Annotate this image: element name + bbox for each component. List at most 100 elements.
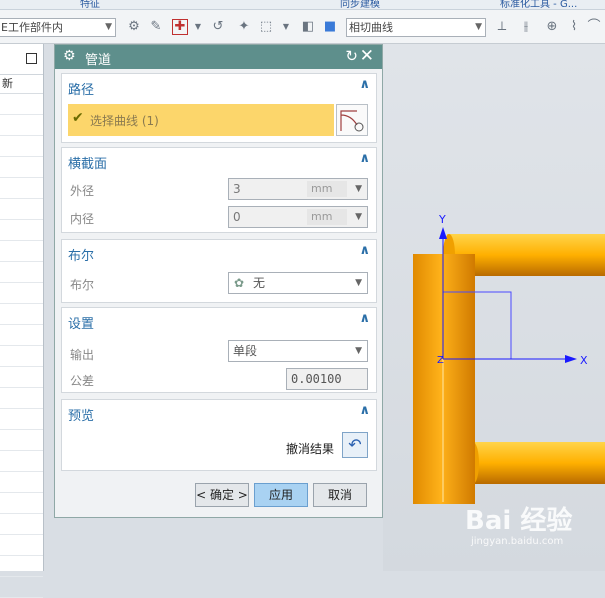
list-item[interactable] bbox=[0, 325, 43, 346]
ribbon-group-sync-modeling[interactable]: 同步建模 bbox=[340, 0, 380, 9]
undo-result-button[interactable]: ↶ bbox=[342, 432, 368, 458]
gear-icon[interactable]: ⚙ bbox=[63, 48, 76, 64]
tolerance-label: 公差 bbox=[70, 374, 95, 388]
cross-section-section: 横截面 ∧ 外径 3 mm ▼ 内径 0 mm ▼ bbox=[61, 147, 377, 233]
list-item[interactable] bbox=[0, 514, 43, 535]
tube-dialog: ⚙ 管道 ↻ ✕ 路径 ∧ ✔ 选择曲线 (1) 横截面 ∧ 外径 3 mm ▼… bbox=[54, 44, 383, 518]
list-item[interactable] bbox=[0, 535, 43, 556]
curve-glyph bbox=[340, 110, 364, 132]
stop-at-intersection-icon[interactable]: ⟂ bbox=[494, 19, 510, 35]
ribbon-group-standard-tools[interactable]: 标准化工具 - G... bbox=[500, 0, 577, 9]
path-section: 路径 ∧ ✔ 选择曲线 (1) bbox=[61, 73, 377, 143]
part-navigator-panel: 新 bbox=[0, 44, 44, 598]
list-item[interactable] bbox=[0, 115, 43, 136]
ribbon-group-bar: 特征 同步建模 标准化工具 - G... bbox=[0, 0, 605, 10]
list-item[interactable] bbox=[0, 157, 43, 178]
boolean-label: 布尔 bbox=[70, 278, 95, 292]
list-item[interactable] bbox=[0, 94, 43, 115]
list-item[interactable] bbox=[0, 409, 43, 430]
list-item[interactable] bbox=[0, 220, 43, 241]
chevron-down-icon[interactable]: ▼ bbox=[190, 19, 206, 35]
path-section-header[interactable]: 路径 bbox=[68, 79, 94, 98]
list-item[interactable] bbox=[0, 388, 43, 409]
curve-rule-combo[interactable]: 相切曲线 ▼ bbox=[346, 18, 486, 37]
tangent-icon[interactable]: ⌒ bbox=[586, 19, 602, 35]
list-item[interactable] bbox=[0, 241, 43, 262]
chevron-down-icon[interactable]: ▼ bbox=[355, 207, 362, 227]
collapse-icon[interactable]: ∧ bbox=[359, 77, 370, 92]
maximize-icon[interactable] bbox=[26, 53, 37, 64]
close-icon[interactable]: ✕ bbox=[360, 46, 374, 66]
x-axis-arrow-icon bbox=[565, 355, 577, 363]
cube-icon[interactable]: ■ bbox=[322, 19, 338, 35]
navigator-column-header[interactable]: 新 bbox=[0, 75, 43, 94]
list-item[interactable] bbox=[0, 199, 43, 220]
collapse-icon[interactable]: ∧ bbox=[359, 311, 370, 326]
reset-icon[interactable]: ↻ bbox=[345, 47, 358, 65]
curve-rule-value: 相切曲线 bbox=[349, 21, 393, 34]
pipe-bottom-segment[interactable] bbox=[471, 442, 605, 484]
list-item[interactable] bbox=[0, 304, 43, 325]
select-curve-row[interactable]: ✔ 选择曲线 (1) bbox=[68, 104, 334, 136]
selection-toolbar: E工作部件内 ▼ ⚙ ✎ ✚ ▼ ↺ ✦ ⬚ ▼ ◧ ■ 相切曲线 ▼ ⟂ ⫲ … bbox=[0, 10, 605, 44]
ribbon-group-feature[interactable]: 特征 bbox=[80, 0, 100, 9]
list-item[interactable] bbox=[0, 283, 43, 304]
graphics-viewport[interactable]: Y X Z Bai 经验 jingyan.baidu.com bbox=[383, 44, 605, 571]
collapse-icon[interactable]: ∧ bbox=[359, 403, 370, 418]
boolean-header[interactable]: 布尔 bbox=[68, 245, 94, 264]
list-item[interactable] bbox=[0, 367, 43, 388]
chevron-down-icon: ▼ bbox=[105, 22, 112, 32]
chevron-down-icon: ▼ bbox=[475, 22, 482, 32]
boolean-select[interactable]: ✿ 无 ▼ bbox=[228, 272, 368, 294]
chevron-down-icon[interactable]: ▼ bbox=[355, 179, 362, 199]
inner-diameter-value: 0 bbox=[233, 210, 241, 224]
list-item[interactable] bbox=[0, 472, 43, 493]
curve-options-icon[interactable]: ⊕ bbox=[544, 19, 560, 35]
selection-scope-combo[interactable]: E工作部件内 ▼ bbox=[0, 18, 116, 37]
select-curve-label: 选择曲线 (1) bbox=[90, 114, 159, 128]
snap-point-icon[interactable]: ⚙ bbox=[126, 19, 142, 35]
dialog-title-bar[interactable]: ⚙ 管道 ↻ ✕ bbox=[55, 45, 382, 69]
select-feature-icon[interactable]: ✎ bbox=[148, 19, 164, 35]
settings-header[interactable]: 设置 bbox=[68, 313, 94, 332]
selection-scope-value: E工作部件内 bbox=[1, 21, 63, 34]
list-item[interactable] bbox=[0, 262, 43, 283]
dialog-title: 管道 bbox=[85, 53, 112, 68]
selection-filter-icon[interactable]: ✚ bbox=[172, 19, 188, 35]
list-item[interactable] bbox=[0, 556, 43, 577]
inner-diameter-label: 内径 bbox=[70, 212, 95, 226]
rectangle-select-icon[interactable]: ⬚ bbox=[258, 19, 274, 35]
feature-curve-icon[interactable]: ⌇ bbox=[566, 19, 582, 35]
z-axis-label: Z bbox=[437, 355, 444, 366]
undo-result-label: 撤消结果 bbox=[286, 442, 335, 456]
snap-arc-icon[interactable]: ↺ bbox=[210, 19, 226, 35]
list-item[interactable] bbox=[0, 430, 43, 451]
pipe-model-svg: Y X Z bbox=[413, 213, 605, 504]
cancel-button[interactable]: 取消 bbox=[313, 483, 367, 507]
list-item[interactable] bbox=[0, 451, 43, 472]
list-item[interactable] bbox=[0, 178, 43, 199]
outer-diameter-input[interactable]: 3 mm ▼ bbox=[228, 178, 368, 200]
curve-select-icon[interactable] bbox=[336, 104, 368, 136]
cross-section-header[interactable]: 横截面 bbox=[68, 153, 107, 172]
tolerance-value: 0.00100 bbox=[291, 372, 342, 386]
follow-fillet-icon[interactable]: ⫲ bbox=[518, 19, 534, 35]
collapse-icon[interactable]: ∧ bbox=[359, 151, 370, 166]
y-axis-label: Y bbox=[438, 213, 446, 226]
list-item[interactable] bbox=[0, 493, 43, 514]
tolerance-input[interactable]: 0.00100 bbox=[286, 368, 368, 390]
select-entity-icon[interactable]: ✦ bbox=[236, 19, 252, 35]
apply-button[interactable]: 应用 bbox=[254, 483, 308, 507]
show-solid-icon[interactable]: ◧ bbox=[300, 19, 316, 35]
output-label: 输出 bbox=[70, 348, 95, 362]
boolean-value: 无 bbox=[253, 276, 266, 290]
list-item[interactable] bbox=[0, 346, 43, 367]
ok-button[interactable]: < 确定 > bbox=[195, 483, 249, 507]
collapse-icon[interactable]: ∧ bbox=[359, 243, 370, 258]
output-select[interactable]: 单段 ▼ bbox=[228, 340, 368, 362]
list-item[interactable] bbox=[0, 136, 43, 157]
list-item[interactable] bbox=[0, 577, 43, 598]
preview-header[interactable]: 预览 bbox=[68, 405, 94, 424]
chevron-down-icon[interactable]: ▼ bbox=[278, 19, 294, 35]
inner-diameter-input[interactable]: 0 mm ▼ bbox=[228, 206, 368, 228]
